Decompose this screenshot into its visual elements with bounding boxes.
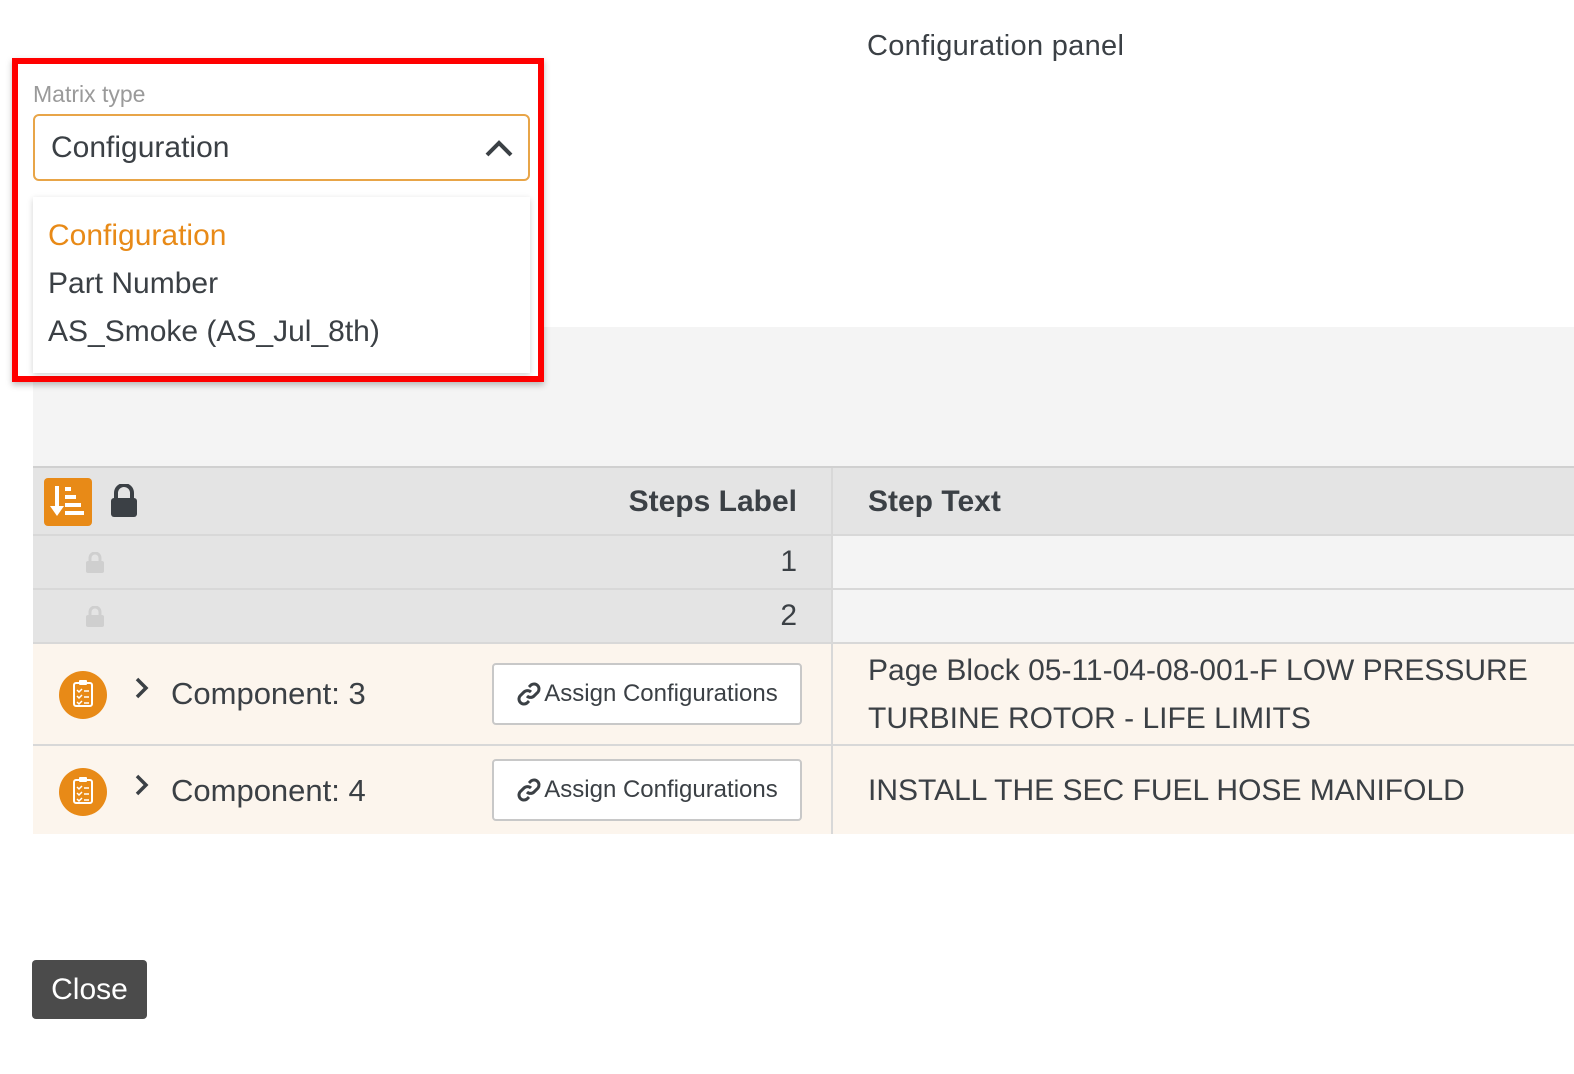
link-icon <box>517 778 541 802</box>
table-row[interactable]: Component: 3 Assign Configurations Page … <box>33 644 1574 746</box>
lock-icon <box>85 605 105 633</box>
component-label: Component: 4 <box>171 773 366 808</box>
lock-icon[interactable] <box>109 483 139 523</box>
steps-label-header[interactable]: Steps Label <box>629 485 797 519</box>
assign-configurations-label: Assign Configurations <box>544 680 778 707</box>
panel-title: Configuration panel <box>867 30 1125 62</box>
close-button[interactable]: Close <box>32 960 147 1019</box>
lock-icon <box>85 551 105 579</box>
step-number: 2 <box>780 599 797 632</box>
step-text: INSTALL THE SEC FUEL HOSE MANIFOLD <box>868 774 1465 807</box>
option-as-smoke[interactable]: AS_Smoke (AS_Jul_8th) <box>48 315 380 349</box>
clipboard-checklist-icon <box>59 768 107 816</box>
matrix-type-select[interactable]: Configuration <box>33 114 530 181</box>
clipboard-checklist-icon <box>59 671 107 719</box>
matrix-type-label: Matrix type <box>33 81 146 107</box>
link-icon <box>517 682 541 706</box>
steps-table: Steps Label Step Text 1 2 Component: 3 A… <box>33 466 1574 834</box>
sort-order-button[interactable] <box>44 478 92 526</box>
table-row[interactable]: 2 <box>33 590 1574 644</box>
sort-icon <box>50 486 84 516</box>
assign-configurations-button[interactable]: Assign Configurations <box>492 759 802 821</box>
assign-configurations-label: Assign Configurations <box>544 776 778 803</box>
assign-configurations-button[interactable]: Assign Configurations <box>492 663 802 725</box>
chevron-up-icon[interactable] <box>484 134 514 167</box>
component-label: Component: 3 <box>171 676 366 711</box>
step-text: Page Block 05-11-04-08-001-F LOW PRESSUR… <box>868 654 1528 735</box>
step-text-header[interactable]: Step Text <box>868 485 1001 519</box>
matrix-type-options-menu: Configuration Part Number AS_Smoke (AS_J… <box>33 197 530 373</box>
expand-chevron-icon[interactable] <box>133 675 151 709</box>
step-number: 1 <box>780 545 797 578</box>
option-part-number[interactable]: Part Number <box>48 267 218 301</box>
option-configuration[interactable]: Configuration <box>48 219 226 253</box>
matrix-type-selected-value: Configuration <box>51 131 230 164</box>
table-header: Steps Label Step Text <box>33 466 1574 536</box>
table-row[interactable]: Component: 4 Assign Configurations INSTA… <box>33 746 1574 834</box>
expand-chevron-icon[interactable] <box>133 772 151 806</box>
table-row[interactable]: 1 <box>33 536 1574 590</box>
